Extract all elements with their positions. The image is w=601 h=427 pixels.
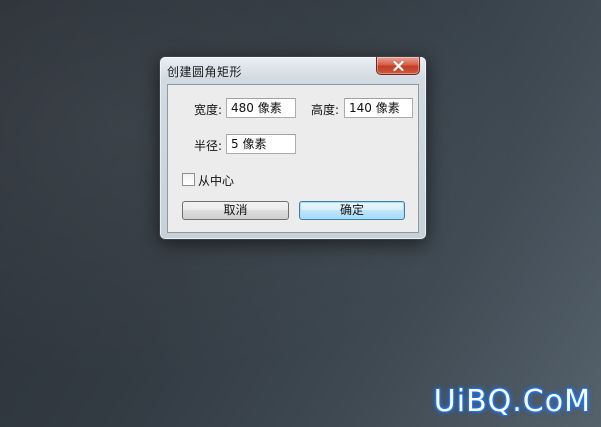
from-center-label[interactable]: 从中心 — [198, 172, 234, 189]
cancel-button[interactable]: 取消 — [182, 201, 289, 220]
title-bar[interactable]: 创建圆角矩形 — [160, 57, 426, 83]
from-center-checkbox[interactable] — [182, 173, 195, 186]
width-label: 宽度: — [194, 103, 223, 117]
watermark-logo: UiBQ.CoM — [433, 384, 591, 419]
close-icon — [393, 61, 404, 71]
dialog-window: 创建圆角矩形 宽度: 480 像素 高度: 140 像素 半径: 5 像素 从中… — [159, 56, 427, 240]
dialog-title: 创建圆角矩形 — [167, 65, 243, 79]
dialog-content: 宽度: 480 像素 高度: 140 像素 半径: 5 像素 从中心 取消 确定 — [167, 84, 419, 233]
height-label: 高度: — [311, 103, 340, 117]
close-button[interactable] — [376, 57, 420, 75]
radius-input[interactable]: 5 像素 — [226, 134, 296, 154]
ok-button[interactable]: 确定 — [299, 201, 405, 220]
height-input[interactable]: 140 像素 — [344, 98, 413, 118]
width-input[interactable]: 480 像素 — [226, 98, 296, 118]
radius-label: 半径: — [194, 139, 223, 153]
